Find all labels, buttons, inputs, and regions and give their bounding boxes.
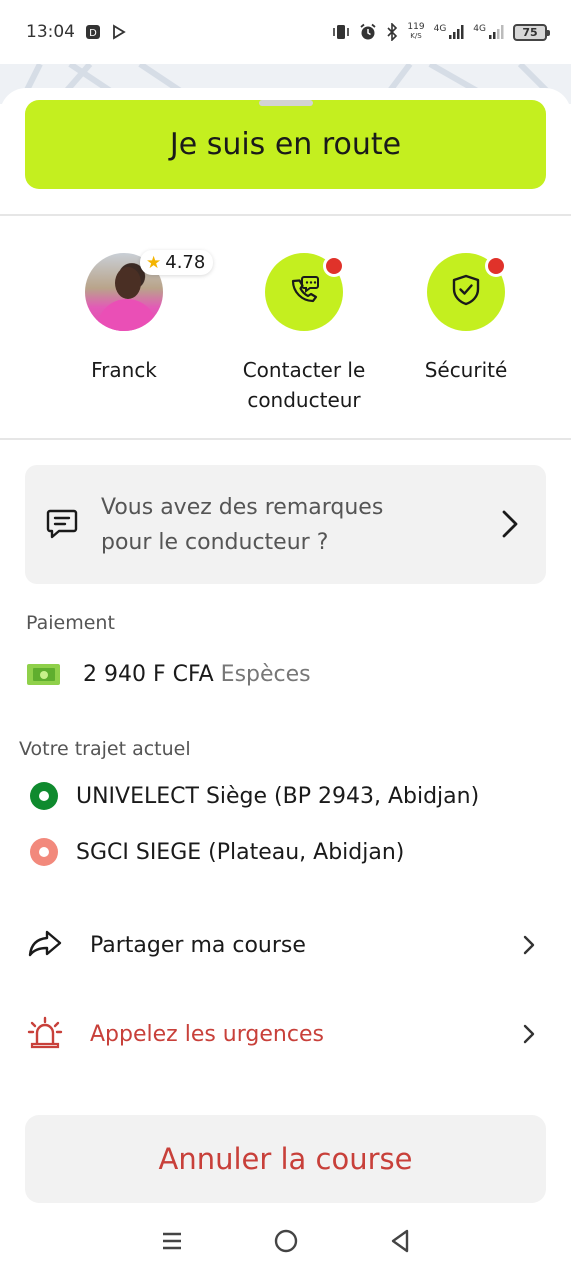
back-icon[interactable] xyxy=(388,1228,412,1258)
security-action[interactable]: Sécurité xyxy=(396,253,536,385)
menu-icon[interactable] xyxy=(160,1229,184,1257)
payment-method: Espèces xyxy=(220,662,311,687)
destination-dot-icon xyxy=(30,838,58,866)
siren-icon xyxy=(27,1015,63,1053)
share-ride-label: Partager ma course xyxy=(90,932,306,958)
remarks-text: Vous avez des remarques pour le conducte… xyxy=(101,494,384,555)
contact-driver-button[interactable] xyxy=(265,253,345,331)
security-button[interactable] xyxy=(427,253,507,331)
shield-check-icon xyxy=(450,273,482,311)
divider xyxy=(0,214,571,216)
share-ride-button[interactable]: Partager ma course xyxy=(27,920,546,970)
svg-text:D: D xyxy=(89,28,97,39)
contact-driver-label: Contacter le conducteur xyxy=(242,358,366,412)
home-icon[interactable] xyxy=(273,1228,299,1258)
bluetooth-icon xyxy=(386,23,398,41)
status-bar: 13:04 D 119 K/S 4G 4G 75 xyxy=(0,0,571,64)
play-store-icon xyxy=(111,24,127,40)
chevron-right-icon xyxy=(522,1023,536,1049)
battery-icon: 75 xyxy=(513,23,550,41)
notification-dot xyxy=(323,255,345,277)
driver-rating-badge: ★ 4.78 xyxy=(140,250,214,275)
sheet-drag-handle[interactable] xyxy=(259,100,313,106)
payment-row[interactable]: 2 940 F CFA Espèces xyxy=(27,662,311,687)
payment-section-label: Paiement xyxy=(26,612,115,634)
cancel-ride-button[interactable]: Annuler la course xyxy=(25,1115,546,1203)
signal-icon-2: 4G xyxy=(473,24,504,40)
notification-d-icon: D xyxy=(85,24,101,40)
emergency-call-button[interactable]: Appelez les urgences xyxy=(27,1009,546,1059)
alarm-icon xyxy=(359,23,377,41)
security-label: Sécurité xyxy=(424,358,508,382)
emergency-call-label: Appelez les urgences xyxy=(90,1021,324,1047)
chevron-right-icon xyxy=(522,934,536,960)
trip-destination-row: SGCI SIEGE (Plateau, Abidjan) xyxy=(30,838,404,866)
phone-chat-icon xyxy=(287,273,321,311)
system-navigation-bar xyxy=(0,1205,571,1280)
signal-icon: 4G xyxy=(434,24,465,40)
origin-dot-icon xyxy=(30,782,58,810)
vibrate-icon xyxy=(332,24,350,40)
divider xyxy=(0,438,571,440)
driver-rating: 4.78 xyxy=(165,252,206,273)
trip-section-label: Votre trajet actuel xyxy=(19,738,191,760)
trip-destination: SGCI SIEGE (Plateau, Abidjan) xyxy=(76,839,405,865)
trip-origin: UNIVELECT Siège (BP 2943, Abidjan) xyxy=(76,783,480,809)
driver-remarks-button[interactable]: Vous avez des remarques pour le conducte… xyxy=(25,465,546,584)
contact-driver-action[interactable]: Contacter le conducteur xyxy=(214,253,394,415)
star-icon: ★ xyxy=(146,252,162,273)
trip-origin-row: UNIVELECT Siège (BP 2943, Abidjan) xyxy=(30,782,479,810)
status-time: 13:04 xyxy=(26,22,75,42)
cash-icon xyxy=(27,664,60,685)
message-icon xyxy=(45,506,79,544)
ride-status-button[interactable]: Je suis en route xyxy=(25,100,546,189)
driver-name: Franck xyxy=(91,358,157,382)
chevron-right-icon xyxy=(500,509,520,543)
ride-bottom-sheet: Je suis en route Franck ★ 4.78 Contacter… xyxy=(0,88,571,1280)
payment-amount: 2 940 F CFA xyxy=(83,662,214,687)
share-arrow-icon xyxy=(27,928,63,962)
network-speed: 119 K/S xyxy=(407,22,425,41)
notification-dot xyxy=(485,255,507,277)
